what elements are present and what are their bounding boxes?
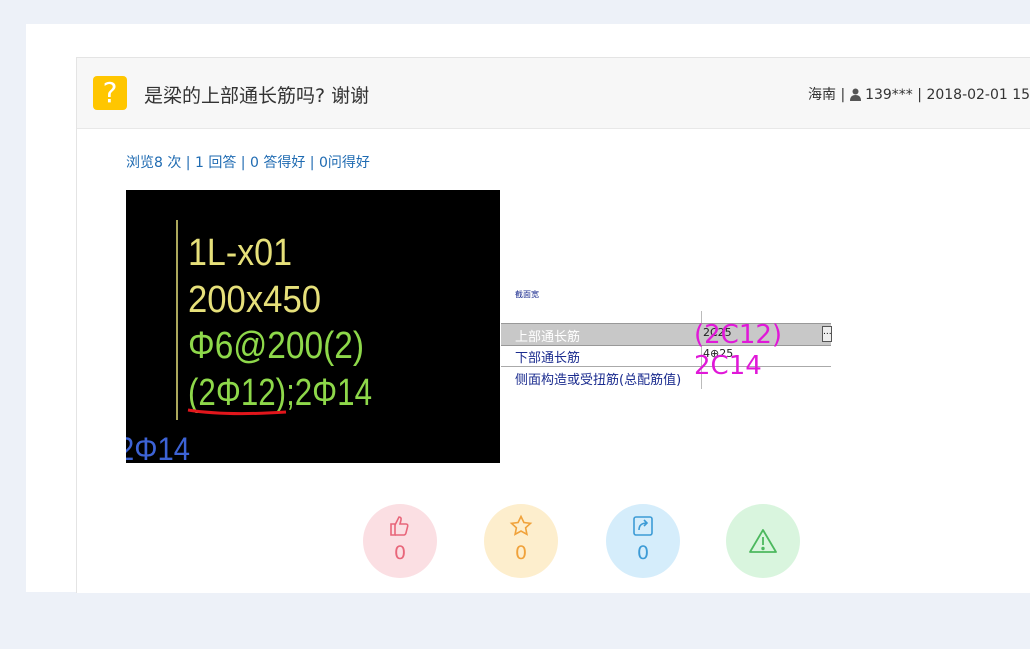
post-date: 2018-02-01 15 [926, 87, 1030, 103]
cad-line-1: 1L-x01 [188, 232, 292, 274]
property-row-width: 截面宽 [515, 290, 539, 299]
good-answers-count: 0 答得好 [249, 155, 306, 171]
cad-line-2: 200x450 [188, 279, 321, 321]
share-icon [633, 516, 653, 536]
cad-line-4: (2Φ12);2Φ14 [188, 372, 372, 414]
good-questions-count: 0问得好 [318, 155, 370, 171]
star-icon [509, 514, 533, 536]
property-row-side-bars[interactable]: 侧面构造或受扭筋(总配筋值) [501, 367, 831, 388]
stats-bar: 浏览8 次 | 1 回答 | 0 答得好 | 0问得好 [126, 155, 370, 171]
action-buttons: 0 0 0 [363, 504, 803, 580]
cad-corner-text: 2Φ14 [126, 431, 190, 463]
views-count: 浏览8 次 [126, 155, 182, 171]
share-button[interactable]: 0 [606, 504, 680, 578]
favorite-count: 0 [514, 542, 528, 564]
annotation-bottom: 2C14 [694, 351, 762, 381]
question-header: ? 是梁的上部通长筋吗? 谢谢 海南 | 139*** | 2018-02-01… [77, 58, 1030, 129]
report-button[interactable] [726, 504, 800, 578]
user-name[interactable]: 139*** [865, 87, 913, 103]
thumbs-up-icon [390, 516, 409, 536]
user-icon [849, 88, 861, 105]
region-label: 海南 [808, 87, 836, 103]
like-button[interactable]: 0 [363, 504, 437, 578]
share-count: 0 [636, 542, 650, 564]
cad-screenshot[interactable]: 1L-x01 200x450 Φ6@200(2) (2Φ12);2Φ14 2Φ1… [126, 190, 500, 463]
favorite-button[interactable]: 0 [484, 504, 558, 578]
ellipsis-button[interactable]: ... [822, 326, 832, 342]
annotation-top: (2C12) [694, 320, 783, 350]
question-box: ? 是梁的上部通长筋吗? 谢谢 海南 | 139*** | 2018-02-01… [76, 57, 1030, 593]
question-icon: ? [93, 76, 127, 110]
cad-line-3: Φ6@200(2) [188, 325, 364, 367]
answers-count[interactable]: 1 回答 [195, 155, 236, 171]
content-card: ? 是梁的上部通长筋吗? 谢谢 海南 | 139*** | 2018-02-01… [26, 24, 1030, 593]
question-title: 是梁的上部通长筋吗? 谢谢 [144, 85, 370, 107]
question-meta: 海南 | 139*** | 2018-02-01 15 [808, 87, 1030, 105]
like-count: 0 [393, 542, 407, 564]
warning-icon [749, 529, 777, 553]
